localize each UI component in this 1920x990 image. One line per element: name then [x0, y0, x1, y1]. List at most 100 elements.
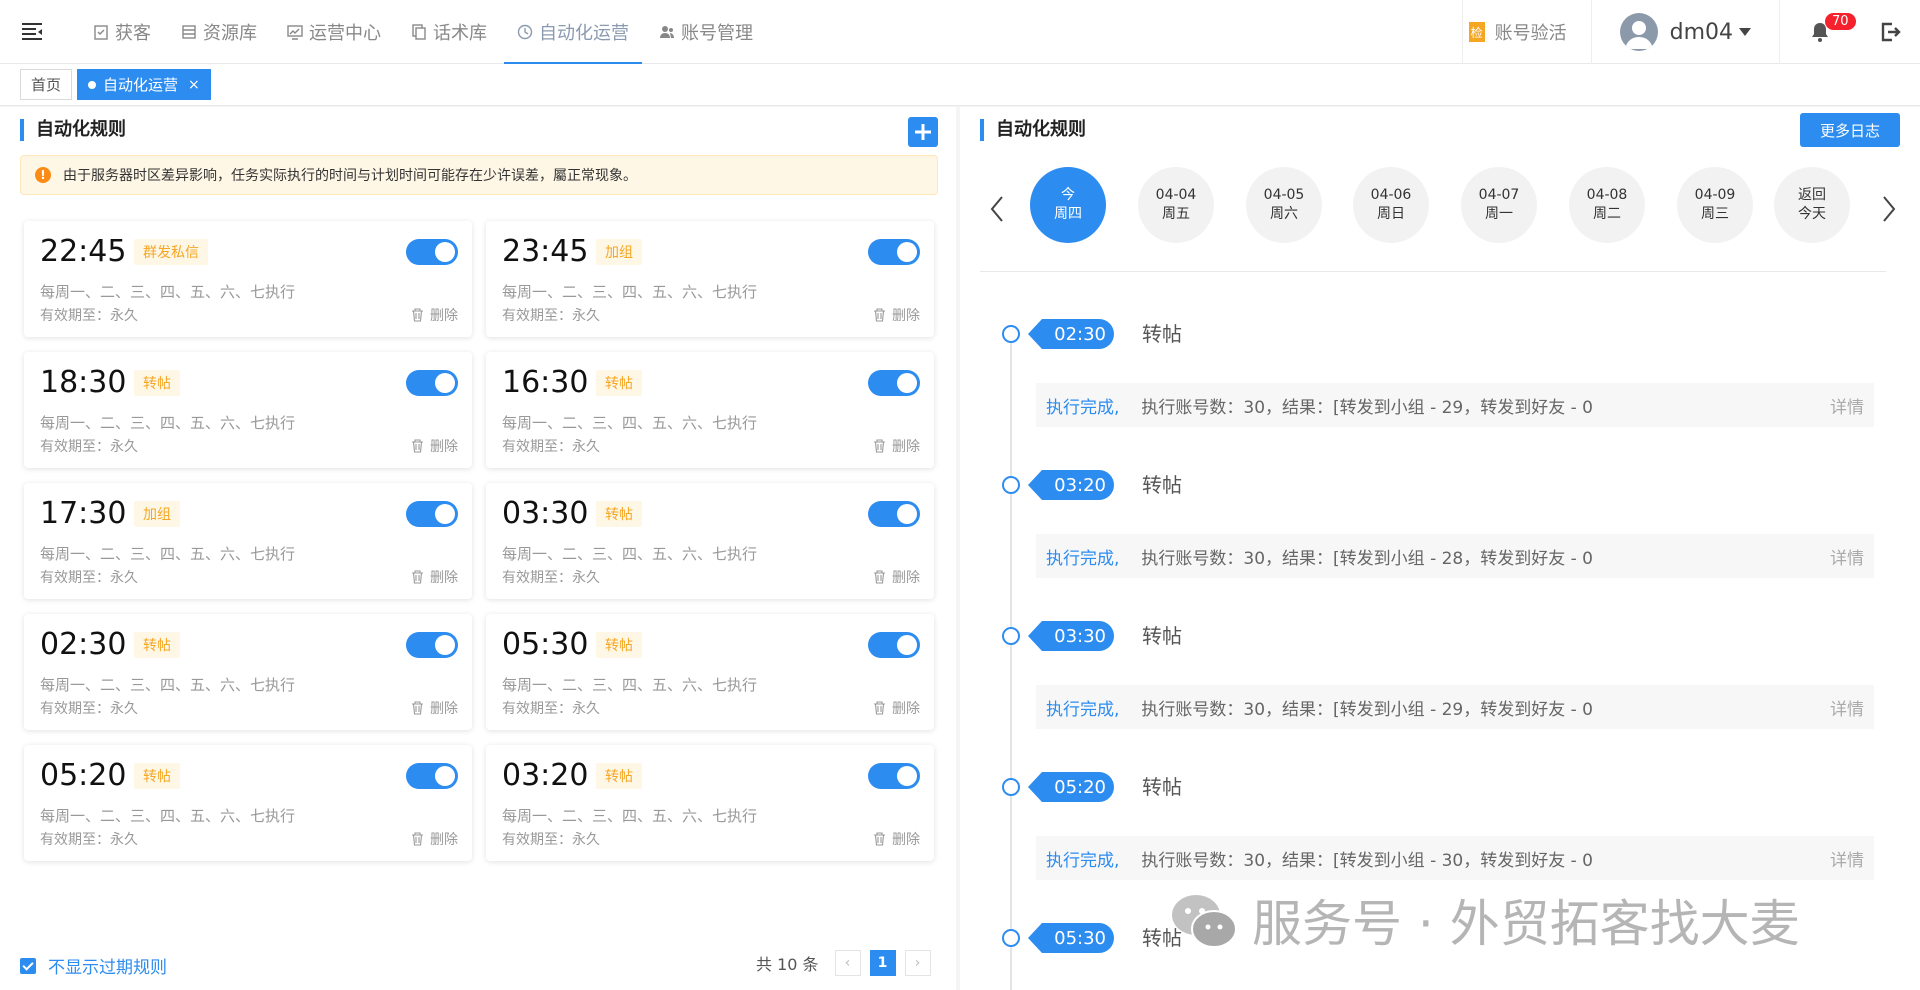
- log-detail-link[interactable]: 详情: [1830, 393, 1864, 418]
- rule-toggle[interactable]: [406, 632, 458, 658]
- rule-validity: 有效期至：永久: [40, 701, 138, 717]
- nav-item-automation[interactable]: 自动化运营: [502, 0, 644, 64]
- delete-label: 删除: [892, 439, 920, 455]
- date-line2: 周三: [1701, 206, 1729, 222]
- delete-label: 删除: [892, 308, 920, 324]
- rule-toggle[interactable]: [406, 501, 458, 527]
- tab-label: 自动化运营: [103, 76, 179, 94]
- trash-icon: [874, 308, 885, 322]
- date-option[interactable]: 04-09 周三: [1677, 167, 1753, 243]
- rule-toggle[interactable]: [406, 763, 458, 789]
- log-detail-link[interactable]: 详情: [1830, 846, 1864, 871]
- account-verify-button[interactable]: 检 账号验活: [1463, 19, 1591, 45]
- rule-time: 03:20: [502, 758, 589, 793]
- nav-label: 话术库: [433, 23, 487, 44]
- date-line2: 周四: [1054, 206, 1082, 222]
- divider: [980, 271, 1886, 272]
- nav-label: 自动化运营: [539, 23, 629, 44]
- log-result: 执行完成, 执行账号数：30，结果：[转发到小组 - 28，转发到好友 - 0 详情: [1036, 534, 1874, 578]
- log-detail-link[interactable]: 详情: [1830, 544, 1864, 569]
- logout-button[interactable]: [1860, 20, 1920, 44]
- tab-home[interactable]: 首页: [20, 69, 73, 100]
- nav-item-operations[interactable]: 运营中心: [272, 0, 396, 64]
- rule-card: 17:30 加组 每周一、二、三、四、五、六、七执行 有效期至：永久 删除: [24, 483, 472, 599]
- logout-icon: [1881, 22, 1901, 42]
- nav-item-scripts[interactable]: 话术库: [396, 0, 502, 64]
- next-page-button[interactable]: ›: [904, 950, 931, 976]
- trash-icon: [874, 570, 885, 584]
- tab-automation[interactable]: 自动化运营 ×: [77, 69, 211, 100]
- chevron-right-icon[interactable]: [1876, 191, 1900, 227]
- delete-label: 删除: [430, 701, 458, 717]
- notifications-button[interactable]: 70: [1780, 0, 1860, 64]
- user-menu[interactable]: dm04: [1592, 13, 1779, 51]
- database-icon: [182, 25, 196, 39]
- rule-card: 16:30 转帖 每周一、二、三、四、五、六、七执行 有效期至：永久 删除: [486, 352, 934, 468]
- rule-schedule: 每周一、二、三、四、五、六、七执行: [40, 545, 296, 563]
- rule-card: 03:20 转帖 每周一、二、三、四、五、六、七执行 有效期至：永久 删除: [486, 745, 934, 861]
- date-line2: 周二: [1593, 206, 1621, 222]
- delete-rule-button[interactable]: 删除: [873, 567, 920, 587]
- rule-card: 23:45 加组 每周一、二、三、四、五、六、七执行 有效期至：永久 删除: [486, 221, 934, 337]
- tab-bar: 首页 自动化运营 ×: [0, 64, 1920, 106]
- rule-type-tag: 转帖: [596, 763, 642, 789]
- timeline-dot: [1002, 627, 1020, 645]
- timeline-dot: [1002, 325, 1020, 343]
- log-result-text: 执行账号数：30，结果：[转发到小组 - 30，转发到好友 - 0: [1141, 850, 1594, 871]
- delete-rule-button[interactable]: 删除: [873, 436, 920, 456]
- delete-rule-button[interactable]: 删除: [411, 567, 458, 587]
- delete-rule-button[interactable]: 删除: [411, 305, 458, 325]
- rule-toggle[interactable]: [868, 239, 920, 265]
- rule-schedule: 每周一、二、三、四、五、六、七执行: [502, 676, 758, 694]
- chevron-left-icon[interactable]: [986, 191, 1010, 227]
- page-number-button[interactable]: 1: [869, 950, 896, 976]
- date-option[interactable]: 04-06 周日: [1353, 167, 1429, 243]
- hide-expired-checkbox[interactable]: 不显示过期规则: [20, 953, 167, 978]
- date-option[interactable]: 返回 今天: [1774, 167, 1850, 243]
- delete-rule-button[interactable]: 删除: [873, 698, 920, 718]
- rule-schedule: 每周一、二、三、四、五、六、七执行: [502, 414, 758, 432]
- users-icon: [660, 26, 674, 38]
- date-option[interactable]: 04-08 周二: [1569, 167, 1645, 243]
- rule-validity: 有效期至：永久: [40, 308, 138, 324]
- trash-icon: [874, 439, 885, 453]
- date-option[interactable]: 04-04 周五: [1138, 167, 1214, 243]
- delete-rule-button[interactable]: 删除: [873, 305, 920, 325]
- rule-toggle[interactable]: [868, 763, 920, 789]
- panel-title: 自动化规则: [20, 119, 126, 141]
- delete-rule-button[interactable]: 删除: [411, 436, 458, 456]
- rule-toggle[interactable]: [406, 370, 458, 396]
- date-option[interactable]: 今周四: [1030, 167, 1106, 243]
- log-detail-link[interactable]: 详情: [1830, 695, 1864, 720]
- nav-item-acquire[interactable]: 获客: [78, 0, 166, 64]
- tab-label: 首页: [31, 76, 62, 94]
- delete-rule-button[interactable]: 删除: [411, 829, 458, 849]
- delete-label: 删除: [892, 832, 920, 848]
- rule-toggle[interactable]: [868, 632, 920, 658]
- log-task-type: 转帖: [1142, 775, 1182, 799]
- date-option[interactable]: 04-07 周一: [1461, 167, 1537, 243]
- avatar: [1619, 13, 1658, 51]
- menu-toggle-icon[interactable]: [18, 18, 46, 46]
- nav-item-resources[interactable]: 资源库: [166, 0, 272, 64]
- add-rule-button[interactable]: [908, 117, 938, 147]
- date-line1: 04-04: [1155, 187, 1197, 203]
- delete-rule-button[interactable]: 删除: [873, 829, 920, 849]
- rule-schedule: 每周一、二、三、四、五、六、七执行: [502, 283, 758, 301]
- watermark-text: 服务号 · 外贸拓客找大麦: [1252, 895, 1800, 953]
- prev-page-button[interactable]: ‹: [834, 950, 861, 976]
- delete-label: 删除: [430, 832, 458, 848]
- rule-toggle[interactable]: [868, 501, 920, 527]
- date-line1: 04-05: [1263, 187, 1305, 203]
- nav-item-accounts[interactable]: 账号管理: [644, 0, 768, 64]
- rule-time: 02:30: [40, 627, 127, 662]
- date-option[interactable]: 04-05 周六: [1246, 167, 1322, 243]
- log-time-pill: 03:30: [1028, 621, 1114, 651]
- rule-time: 17:30: [40, 496, 127, 531]
- rule-toggle[interactable]: [406, 239, 458, 265]
- close-icon[interactable]: ×: [188, 77, 200, 93]
- delete-rule-button[interactable]: 删除: [411, 698, 458, 718]
- more-logs-button[interactable]: 更多日志: [1800, 113, 1900, 147]
- rule-toggle[interactable]: [868, 370, 920, 396]
- log-time-pill: 05:20: [1028, 772, 1114, 802]
